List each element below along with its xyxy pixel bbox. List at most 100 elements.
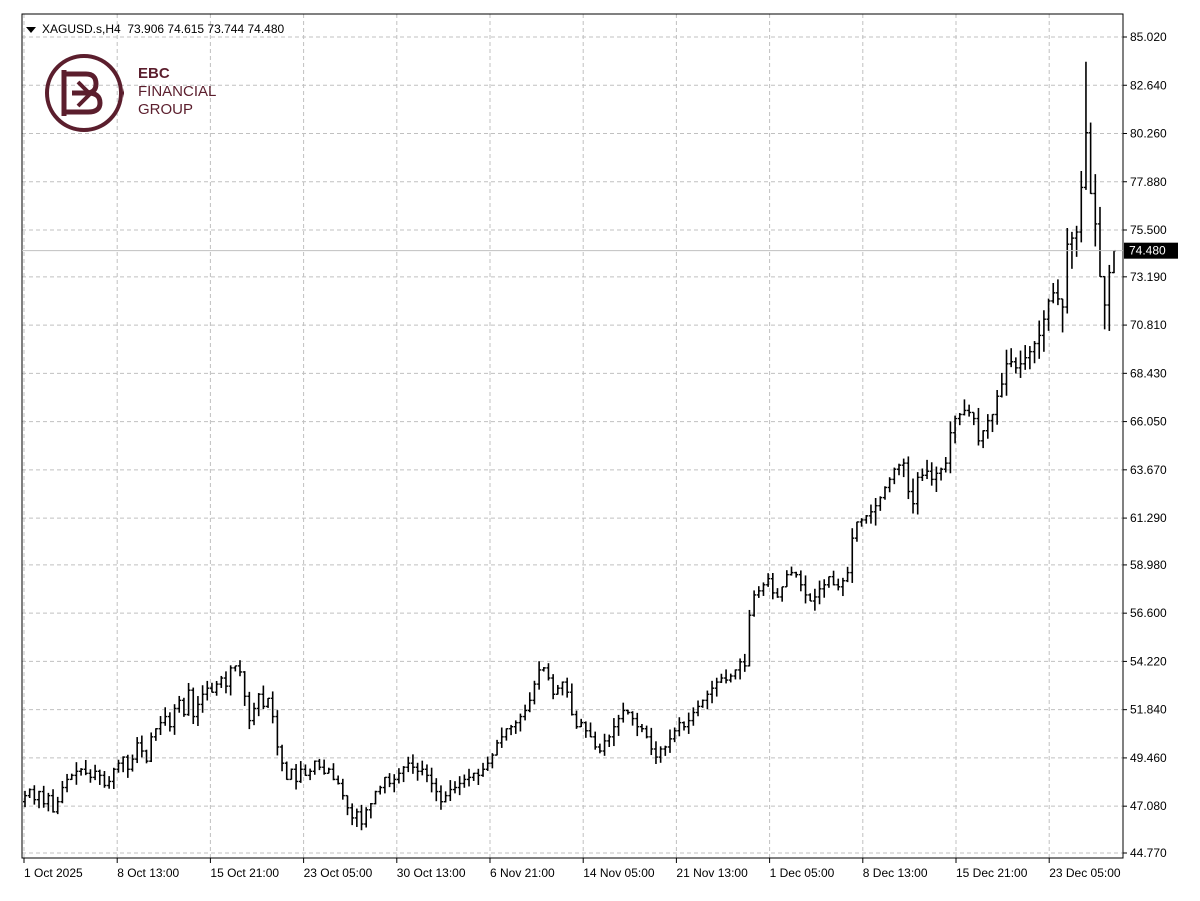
ohlc-bar bbox=[93, 764, 98, 781]
ohlc-bar bbox=[826, 575, 831, 588]
ohlc-bar bbox=[1055, 279, 1060, 306]
ohlc-bar bbox=[971, 411, 976, 426]
y-tick-label: 68.430 bbox=[1130, 366, 1167, 380]
ohlc-bar bbox=[784, 570, 789, 588]
ohlc-bar bbox=[920, 468, 925, 482]
ohlc-bar bbox=[579, 718, 584, 728]
ohlc-bar bbox=[326, 767, 331, 775]
ohlc-bar bbox=[387, 773, 392, 788]
ohlc-bar bbox=[537, 661, 542, 690]
ohlc-bar bbox=[373, 790, 378, 805]
ohlc-bar bbox=[219, 675, 224, 688]
ohlc-bar bbox=[677, 717, 682, 737]
ohlc-bar bbox=[616, 714, 621, 736]
ohlc-bar bbox=[200, 685, 205, 713]
ohlc-bar bbox=[705, 690, 710, 710]
ohlc-bar bbox=[471, 772, 476, 781]
x-tick-label: 1 Dec 05:00 bbox=[770, 866, 835, 880]
ohlc-bar bbox=[1037, 320, 1042, 359]
ohlc-bar bbox=[850, 528, 855, 583]
ohlc-bar bbox=[1107, 264, 1112, 331]
chart-svg[interactable]: 74.480 85.020 82.640 80.260 77.880 75.500 73.… bbox=[0, 0, 1200, 896]
y-tick-label: 75.500 bbox=[1130, 223, 1167, 237]
y-tick-label: 47.080 bbox=[1130, 799, 1167, 813]
ohlc-bar bbox=[294, 764, 299, 790]
x-tick-label: 15 Dec 21:00 bbox=[956, 866, 1028, 880]
ohlc-bar bbox=[331, 763, 336, 781]
ohlc-bar bbox=[242, 671, 247, 706]
ohlc-bar bbox=[167, 712, 172, 732]
ohlc-bar bbox=[275, 710, 280, 756]
ohlc-bar bbox=[551, 674, 556, 700]
x-tick-label: 30 Oct 13:00 bbox=[397, 866, 466, 880]
ohlc-bar bbox=[541, 667, 546, 672]
ohlc-bar bbox=[312, 760, 317, 775]
ohlc-bar bbox=[682, 721, 687, 731]
ohlc-bar bbox=[429, 767, 434, 793]
logo-wordmark: EBC FINANCIAL GROUP bbox=[138, 65, 216, 119]
ohlc-bar bbox=[555, 684, 560, 695]
ohlc-bar bbox=[831, 570, 836, 586]
ohlc-bar bbox=[658, 746, 663, 763]
ohlc-bar bbox=[1018, 350, 1023, 378]
ohlc-bar bbox=[111, 767, 116, 789]
ohlc-bar bbox=[775, 588, 780, 598]
ohlc-bar bbox=[88, 769, 93, 783]
ohlc-bar bbox=[686, 712, 691, 734]
ohlc-bar bbox=[845, 566, 850, 583]
ohlc-bar bbox=[817, 580, 822, 605]
ohlc-bar bbox=[621, 702, 626, 723]
ohlc-bar bbox=[625, 709, 630, 715]
ohlc-bar bbox=[967, 404, 972, 417]
logo-line-1: EBC bbox=[138, 65, 170, 82]
ohlc-bar bbox=[836, 578, 841, 591]
ohlc-bar bbox=[448, 780, 453, 802]
ohlc-bar bbox=[929, 462, 934, 486]
ohlc-bar bbox=[653, 741, 658, 764]
x-tick-label: 14 Nov 05:00 bbox=[583, 866, 655, 880]
ohlc-bar bbox=[51, 789, 56, 813]
ohlc-bar bbox=[663, 745, 668, 756]
y-tick-label: 61.290 bbox=[1130, 511, 1167, 525]
logo-line-3: GROUP bbox=[138, 101, 194, 118]
ohlc-bar bbox=[635, 712, 640, 737]
ohlc-bar bbox=[901, 458, 906, 478]
ohlc-bar bbox=[481, 762, 486, 777]
ohlc-bar bbox=[364, 807, 369, 828]
symbol-header[interactable]: XAGUSD.s,H4 73.906 74.615 73.744 74.480 bbox=[26, 22, 284, 36]
ohlc-bar bbox=[233, 665, 238, 672]
ohlc-bar bbox=[266, 697, 271, 708]
price-chart[interactable]: 74.480 85.020 82.640 80.260 77.880 75.500 73.… bbox=[0, 0, 1200, 896]
grid bbox=[22, 14, 1123, 858]
dropdown-triangle-icon[interactable] bbox=[26, 26, 36, 33]
ohlc-bar bbox=[1065, 228, 1070, 314]
ohlc-bar bbox=[354, 808, 359, 827]
ohlc-bar bbox=[195, 696, 200, 726]
ohlc-bar bbox=[37, 790, 42, 809]
ohlc-bar bbox=[490, 753, 495, 769]
ohlc-bar bbox=[46, 792, 51, 812]
ohlc-bar bbox=[345, 794, 350, 816]
ohlc-bar bbox=[854, 521, 859, 542]
y-tick-label: 85.020 bbox=[1130, 30, 1167, 44]
ohlc-bar bbox=[177, 695, 182, 713]
ohlc-bar bbox=[911, 478, 916, 514]
ohlc-bar bbox=[719, 673, 724, 683]
ohlc-bar bbox=[710, 680, 715, 704]
current-price-line: 74.480 bbox=[22, 242, 1178, 259]
ohlc-bar bbox=[205, 680, 210, 701]
ohlc-bar bbox=[499, 727, 504, 748]
ohlc-bar bbox=[546, 663, 551, 681]
ohlc-bar bbox=[434, 778, 439, 802]
ohlc-bar bbox=[887, 477, 892, 493]
ohlc-bar bbox=[60, 780, 65, 804]
ohlc-bar bbox=[1023, 345, 1028, 370]
ohlc-bar bbox=[906, 456, 911, 500]
ohlc-bar bbox=[97, 769, 102, 785]
ohlc-bar bbox=[121, 756, 126, 773]
ohlc-bar bbox=[756, 586, 761, 598]
ohlc-bar bbox=[462, 774, 467, 788]
ohlc-bar bbox=[186, 682, 191, 716]
ohlc-bar bbox=[401, 766, 406, 783]
y-tick-label: 63.670 bbox=[1130, 463, 1167, 477]
